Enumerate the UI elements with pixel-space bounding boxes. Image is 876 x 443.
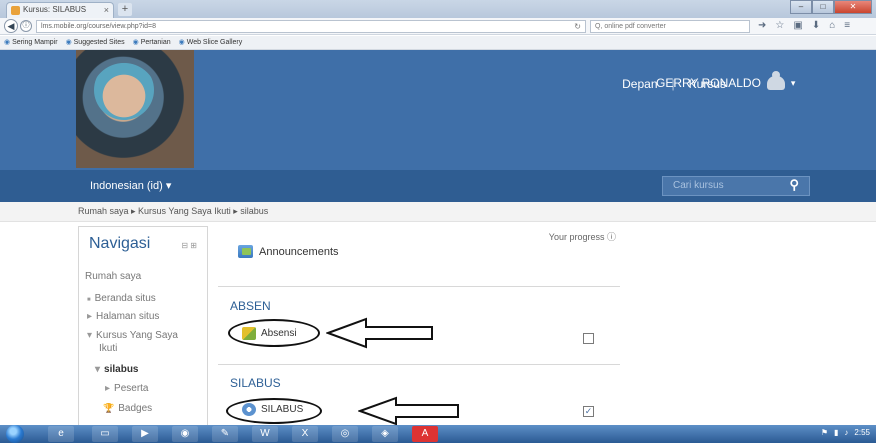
chevron-right-icon: ▸ — [105, 383, 111, 394]
announcements-label: Announcements — [259, 245, 339, 258]
bookmarks-bar: Sering Mampir Suggested Sites Pertanian Web… — [0, 36, 876, 50]
navigation-block: Navigasi ⊟ ⊞ Rumah saya ■ Beranda situs ▸… — [78, 226, 208, 431]
start-button[interactable] — [6, 425, 24, 443]
system-tray: ⚑ ▮ ♪ 2:55 — [821, 428, 870, 437]
breadcrumb[interactable]: Rumah saya ▸ Kursus Yang Saya Ikuti ▸ si… — [0, 202, 876, 222]
bookmark-star-icon[interactable]: ☆ — [775, 20, 784, 31]
taskbar-firefox-icon[interactable]: ◉ — [172, 426, 198, 442]
tray-flag-icon[interactable]: ⚑ — [821, 428, 828, 437]
language-selector[interactable]: Indonesian (id) ▾ — [90, 179, 171, 192]
tray-network-icon[interactable]: ▮ — [834, 428, 838, 437]
nav-item-halaman-situs[interactable]: ▸ Halaman situs — [87, 311, 159, 322]
course-search-placeholder: Cari kursus — [673, 180, 724, 191]
your-progress-label: Your progress ⓘ — [548, 232, 616, 242]
moodle-favicon-icon — [11, 6, 20, 15]
chevron-down-icon: ▾ — [87, 330, 93, 341]
annotation-ellipse — [228, 319, 320, 347]
completion-checkbox-absensi[interactable] — [583, 333, 594, 344]
bookmark-item[interactable]: Web Slice Gallery — [179, 36, 243, 49]
course-content: Your progress ⓘ Announcements ABSEN Abse… — [218, 226, 620, 436]
user-name: GERRY RONALDO — [656, 76, 761, 90]
tab-title: Kursus: SILABUS — [23, 5, 87, 14]
taskbar-paint-icon[interactable]: ✎ — [212, 426, 238, 442]
toolbar-icons: ➜ ☆ ▣ ⬇ ⌂ ≡ — [758, 20, 850, 31]
download-icon[interactable]: ⬇ — [812, 20, 820, 31]
browser-nav-bar: ◀ ⓘ lms.mobile.org/course/view.php?id=8 … — [0, 18, 876, 35]
browser-tab[interactable]: Kursus: SILABUS × — [6, 2, 114, 18]
section-title-absen: ABSEN — [230, 299, 271, 313]
nav-item-peserta[interactable]: ▸ Peserta — [105, 383, 149, 394]
browser-tab-bar: Kursus: SILABUS × + – □ ✕ — [0, 0, 876, 18]
history-arrow-icon[interactable]: ➜ — [758, 20, 766, 31]
close-window-button[interactable]: ✕ — [834, 0, 872, 14]
user-avatar-icon — [766, 71, 785, 90]
chevron-down-icon: ▾ — [95, 364, 101, 375]
forum-icon — [238, 245, 253, 258]
home-icon[interactable]: ⌂ — [829, 20, 835, 31]
bookmark-item[interactable]: Sering Mampir — [4, 36, 58, 49]
chevron-down-icon: ▾ — [790, 77, 796, 88]
nav-item-kursus-saya-cont[interactable]: Ikuti — [99, 343, 117, 354]
taskbar-chrome-icon[interactable]: ◎ — [332, 426, 358, 442]
announcements-link[interactable]: Announcements — [238, 245, 339, 258]
course-search-input[interactable]: Cari kursus ⚲ — [662, 176, 810, 196]
language-bar: Indonesian (id) ▾ Cari kursus ⚲ — [0, 170, 876, 202]
nav-item-silabus[interactable]: ▾ silabus — [95, 364, 139, 375]
taskbar-excel-icon[interactable]: X — [292, 426, 318, 442]
tray-clock[interactable]: 2:55 — [854, 428, 870, 437]
minimize-button[interactable]: – — [790, 0, 812, 14]
nav-item-beranda-situs[interactable]: ■ Beranda situs — [87, 293, 156, 304]
nav-home-link[interactable]: Depan — [622, 77, 657, 91]
nav-item-badges[interactable]: 🏆 Badges — [103, 403, 152, 414]
url-bar[interactable]: lms.mobile.org/course/view.php?id=8 ↻ — [36, 20, 586, 33]
chevron-right-icon: ▸ — [87, 311, 93, 322]
info-icon[interactable]: ⓘ — [20, 20, 32, 32]
maximize-button[interactable]: □ — [812, 0, 834, 14]
taskbar-ie-icon[interactable]: e — [48, 426, 74, 442]
bookmark-item[interactable]: Pertanian — [133, 36, 171, 49]
reload-icon[interactable]: ↻ — [574, 21, 581, 32]
taskbar-media-icon[interactable]: ▶ — [132, 426, 158, 442]
divider — [218, 364, 620, 365]
taskbar-app-icon[interactable]: ◈ — [372, 426, 398, 442]
user-menu[interactable]: GERRY RONALDO ▾ — [656, 71, 796, 90]
nav-item-rumah-saya[interactable]: Rumah saya — [85, 271, 141, 282]
badge-icon: 🏆 — [103, 403, 115, 413]
tab-close-icon[interactable]: × — [104, 3, 109, 17]
browser-search-input[interactable]: Q, online pdf converter — [590, 20, 750, 33]
completion-checkbox-silabus[interactable]: ✓ — [583, 406, 594, 417]
menu-icon[interactable]: ≡ — [844, 20, 850, 31]
profile-photo — [76, 50, 194, 168]
annotation-ellipse — [226, 398, 322, 424]
annotation-arrow-icon — [358, 396, 459, 426]
bookmark-item[interactable]: Suggested Sites — [66, 36, 125, 49]
section-title-silabus: SILABUS — [230, 376, 281, 390]
taskbar-acrobat-icon[interactable]: A — [412, 426, 438, 442]
site-header: Depan | Kursus GERRY RONALDO ▾ — [0, 50, 876, 170]
divider — [218, 286, 620, 287]
tray-volume-icon[interactable]: ♪ — [844, 428, 848, 437]
taskbar: e ▭ ▶ ◉ ✎ W X ◎ ◈ A ⚑ ▮ ♪ 2:55 — [0, 425, 876, 443]
bullet-icon: ■ — [87, 297, 91, 303]
nav-item-kursus-saya[interactable]: ▾ Kursus Yang Saya — [87, 330, 178, 341]
url-text: lms.mobile.org/course/view.php?id=8 — [41, 23, 156, 30]
window-controls: – □ ✕ — [790, 0, 872, 14]
new-tab-button[interactable]: + — [118, 3, 132, 16]
back-button[interactable]: ◀ — [4, 19, 18, 33]
taskbar-word-icon[interactable]: W — [252, 426, 278, 442]
annotation-arrow-icon — [326, 317, 433, 349]
block-controls-icon[interactable]: ⊟ ⊞ — [181, 241, 197, 250]
bookmarks-list-icon[interactable]: ▣ — [793, 20, 802, 31]
search-icon[interactable]: ⚲ — [789, 176, 799, 194]
taskbar-folder-icon[interactable]: ▭ — [92, 426, 118, 442]
navigation-title: Navigasi — [89, 235, 151, 252]
